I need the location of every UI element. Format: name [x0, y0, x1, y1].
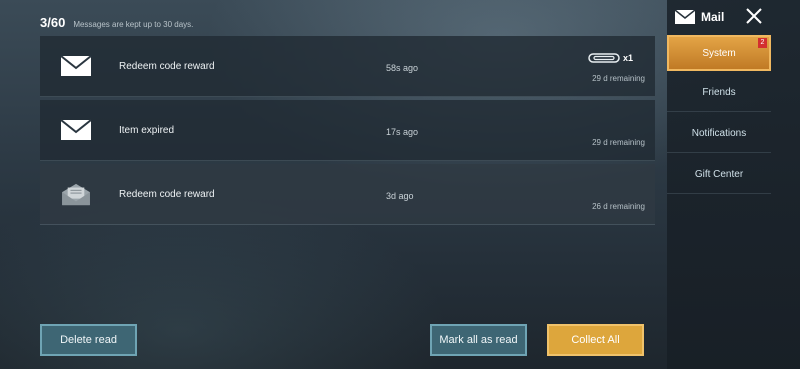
tab-friends[interactable]: Friends: [667, 73, 771, 112]
tab-label: Gift Center: [694, 168, 744, 180]
mail-title-label: Mail: [701, 10, 725, 24]
envelope-closed-icon: [60, 119, 92, 140]
mark-all-read-button[interactable]: Mark all as read: [430, 324, 527, 356]
mail-title: Redeem code reward: [119, 61, 215, 72]
unread-badge: 2: [758, 38, 767, 48]
tab-system[interactable]: System 2: [667, 35, 771, 71]
mail-list: Redeem code reward 58s ago x1 29 d remai…: [40, 36, 655, 228]
tab-gift-center[interactable]: Gift Center: [667, 155, 771, 194]
mail-item[interactable]: Redeem code reward 3d ago 26 d remaining: [40, 164, 655, 225]
mail-title: Redeem code reward: [119, 189, 215, 200]
days-remaining: 29 d remaining: [592, 138, 645, 147]
mail-category-nav: System 2 Friends Notifications Gift Cent…: [667, 35, 771, 196]
mail-time: 17s ago: [386, 127, 419, 137]
paperclip-icon: [588, 53, 620, 63]
collect-all-button[interactable]: Collect All: [547, 324, 644, 356]
mail-time: 58s ago: [386, 63, 419, 73]
mail-count: 3/60: [40, 15, 66, 30]
mail-title: Item expired: [119, 125, 175, 136]
tab-label: Notifications: [691, 127, 747, 139]
attachment: x1: [588, 53, 633, 63]
mail-item[interactable]: Redeem code reward 58s ago x1 29 d remai…: [40, 36, 655, 97]
tab-notifications[interactable]: Notifications: [667, 114, 771, 153]
envelope-open-icon: [62, 183, 90, 206]
days-remaining: 26 d remaining: [592, 202, 645, 211]
retention-note: Messages are kept up to 30 days.: [73, 20, 194, 29]
mail-icon: [675, 10, 695, 24]
tab-label: System: [702, 47, 736, 59]
days-remaining: 29 d remaining: [592, 74, 645, 83]
tab-label: Friends: [702, 86, 736, 98]
delete-read-button[interactable]: Delete read: [40, 324, 137, 356]
mail-header: 3/60 Messages are kept up to 30 days.: [40, 15, 193, 30]
attachment-qty: x1: [622, 53, 633, 63]
close-icon[interactable]: [745, 7, 763, 25]
sidebar: Mail System 2 Friends Notifications Gift…: [667, 0, 800, 369]
mail-time: 3d ago: [386, 191, 414, 201]
envelope-closed-icon: [60, 55, 92, 76]
mail-item[interactable]: Item expired 17s ago 29 d remaining: [40, 100, 655, 161]
